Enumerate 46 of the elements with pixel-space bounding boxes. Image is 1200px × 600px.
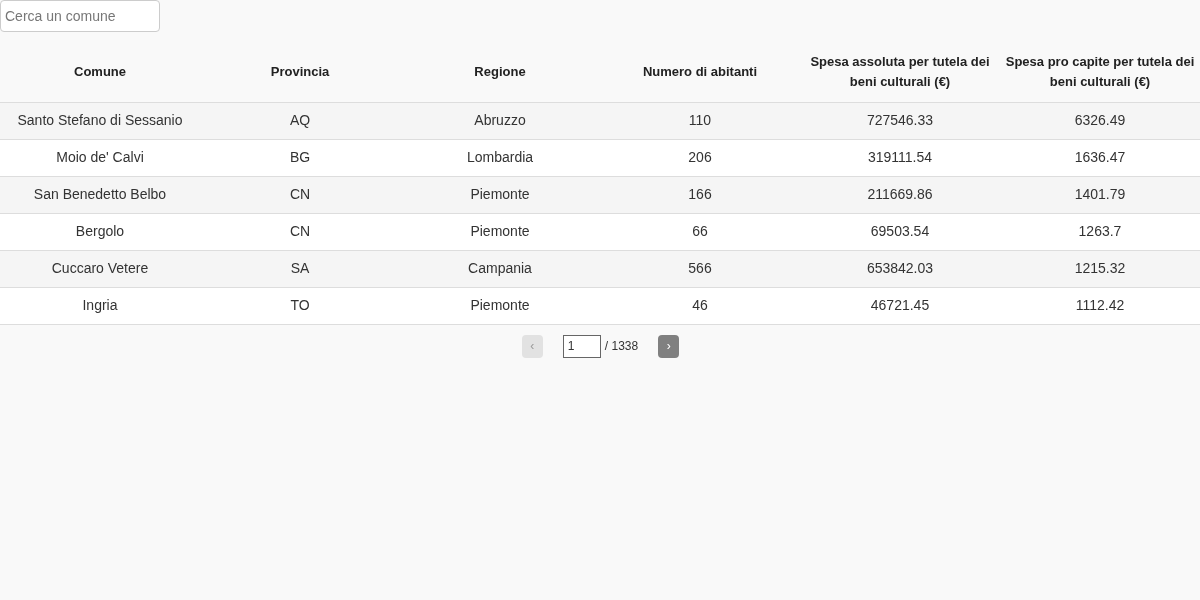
- table-cell: CN: [289, 223, 311, 239]
- search-field[interactable]: Cerca un comune: [0, 0, 160, 32]
- table-cell: CN: [289, 186, 311, 202]
- table-cell: Bergolo: [75, 223, 125, 239]
- table-cell: Lombardia: [466, 149, 534, 165]
- column-header: Regione: [474, 63, 526, 79]
- table-cell: 727546.33: [866, 112, 934, 128]
- page-total: / 1338: [604, 338, 639, 355]
- column-header: Spesa pro capite per tutela dei beni culturali (€): [1005, 53, 1195, 89]
- table-cell: 1401.79: [1074, 186, 1126, 202]
- table-cell: 46721.45: [870, 297, 930, 313]
- table-cell: SA: [290, 260, 310, 276]
- table-cell: Moio de' Calvi: [56, 149, 144, 165]
- table-cell: 319111.54: [867, 149, 933, 165]
- table-cell: Abruzzo: [474, 112, 526, 128]
- table-cell: 1215.32: [1074, 260, 1126, 276]
- table-cell: San Benedetto Belbo: [33, 186, 167, 202]
- table-cell: 6326.49: [1074, 112, 1126, 128]
- table-cell: Piemonte: [470, 186, 530, 202]
- table-cell: 566: [688, 260, 712, 276]
- table-cell: AQ: [289, 112, 311, 128]
- page-number-field[interactable]: 1: [562, 334, 601, 358]
- table-cell: Piemonte: [470, 297, 530, 313]
- table-cell: 1263.7: [1078, 223, 1122, 239]
- table-cell: Ingria: [82, 297, 118, 313]
- next-page-button[interactable]: ›: [658, 334, 680, 358]
- table-cell: TO: [290, 297, 310, 313]
- table-cell: 206: [688, 149, 712, 165]
- table-cell: 46: [692, 297, 708, 313]
- column-header: Numero di abitanti: [642, 63, 758, 79]
- table-cell: 110: [688, 112, 712, 128]
- table-cell: 166: [688, 186, 712, 202]
- table-cell: 1636.47: [1074, 149, 1126, 165]
- table-cell: 69503.54: [870, 223, 930, 239]
- table-cell: Santo Stefano di Sessanio: [17, 112, 183, 128]
- table-cell: Piemonte: [470, 223, 530, 239]
- table-cell: BG: [289, 149, 311, 165]
- column-header: Comune: [74, 63, 126, 79]
- table-cell: 211669.86: [867, 186, 933, 202]
- column-header: Spesa assoluta per tutela dei beni culturali (€): [810, 53, 990, 89]
- column-header: Provincia: [270, 63, 330, 79]
- table-cell: Campania: [468, 260, 532, 276]
- table-cell: 1112.42: [1075, 297, 1125, 313]
- table-cell: 66: [692, 223, 708, 239]
- table-cell: 653842.03: [866, 260, 934, 276]
- table-cell: Cuccaro Vetere: [51, 260, 149, 276]
